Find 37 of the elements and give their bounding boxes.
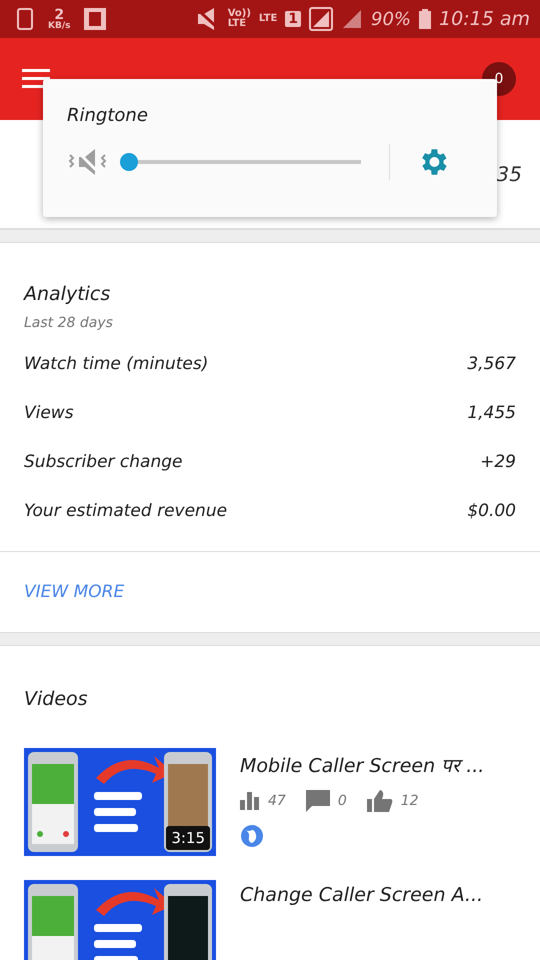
section-title: Videos (23, 687, 89, 710)
view-count: 47 (268, 793, 286, 809)
battery-level: 90% (371, 8, 412, 30)
lte-label: LTE (228, 19, 248, 30)
volume-title: Ringtone (67, 105, 149, 126)
sim-badge: 1 (285, 11, 302, 27)
video-title[interactable]: Mobile Caller Screen पर ... (240, 748, 484, 778)
signal-icon (341, 8, 364, 30)
metric-label: Subscriber change (24, 451, 182, 474)
thumbs-up-icon (366, 790, 393, 812)
comment-icon (306, 790, 330, 812)
metric-label: Your estimated revenue (24, 500, 228, 523)
metric-value: 1,455 (467, 402, 516, 425)
metric-value: +29 (480, 451, 516, 474)
video-title[interactable]: Change Caller Screen A... (240, 880, 484, 906)
metric-label: Watch time (minutes) (24, 353, 208, 376)
clock: 10:15 am (439, 8, 530, 30)
view-more-link[interactable]: VIEW MORE (24, 582, 124, 602)
volte-label: Vo)) (228, 8, 251, 18)
comment-count: 0 (338, 793, 347, 809)
stat-number: 35 (496, 162, 522, 186)
duration-badge: 3:15 (166, 826, 210, 850)
battery-icon (419, 9, 432, 29)
like-count: 12 (400, 793, 419, 809)
network-speed: 2 (54, 8, 64, 22)
metric-label: Views (24, 402, 74, 425)
signal-icon (309, 7, 334, 31)
muted-speaker-icon[interactable] (67, 147, 109, 177)
section-title: Analytics (22, 282, 112, 305)
lte-label: LTE (258, 14, 278, 24)
section-subtitle: Last 28 days (23, 314, 114, 331)
screenshot-icon (16, 8, 34, 30)
bar-chart-icon (240, 792, 260, 810)
metric-value: 3,567 (467, 353, 516, 376)
speed-unit: KB/s (48, 22, 70, 30)
metric-value: $0.00 (467, 500, 516, 523)
image-icon (84, 8, 106, 30)
